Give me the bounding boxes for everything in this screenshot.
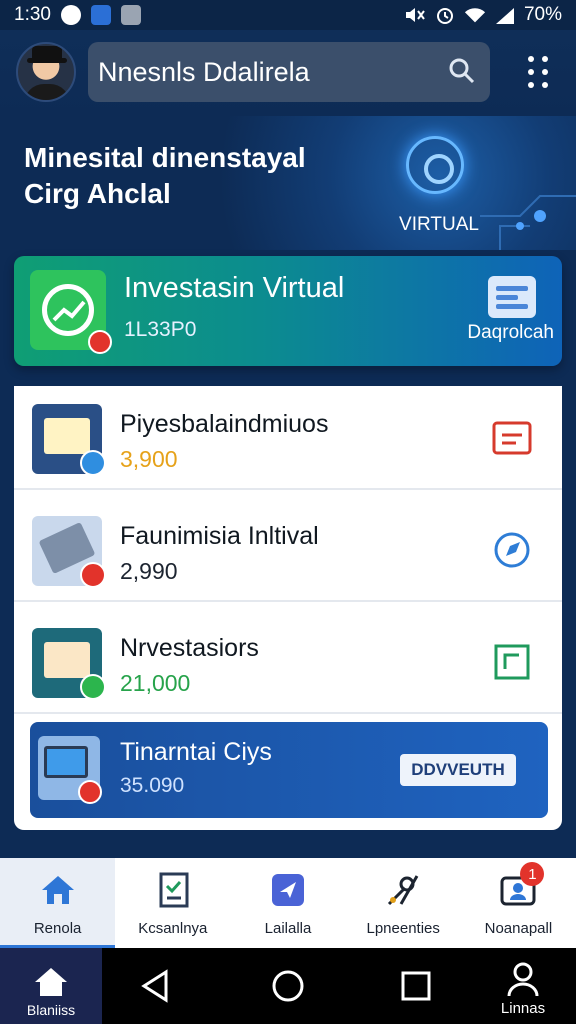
avatar-hat-brim — [27, 58, 67, 63]
card-icon[interactable] — [492, 418, 532, 458]
nav-item-documents[interactable]: Kcsanlnya — [115, 858, 230, 948]
home-icon — [35, 968, 67, 996]
home-circle-icon[interactable] — [270, 968, 306, 1004]
system-navigation-bar: Blaniiss Linnas — [0, 948, 576, 1024]
avatar-suit — [24, 84, 70, 100]
notification-icon — [60, 5, 81, 25]
featured-list-item[interactable]: Tinarntai Ciys 35.090 DDVVEUTH — [30, 722, 548, 818]
list-item-title: Nrvestasiors — [120, 634, 259, 662]
system-home-label: Blaniiss — [26, 1002, 76, 1018]
nav-item-home[interactable]: Renola — [0, 858, 116, 948]
nav-label: Lailalla — [264, 920, 312, 937]
hero-banner: Minesital dinenstayal Cirg Ahclal VIRTUA… — [0, 116, 576, 250]
battery-level: 70% — [523, 4, 562, 25]
tools-icon — [388, 875, 419, 906]
alert-badge-icon — [80, 562, 106, 588]
featured-item-value: 35.090 — [120, 774, 185, 797]
virtual-target-icon — [406, 136, 464, 194]
status-time: 1:30 — [14, 4, 51, 25]
hero-title: Minesital dinenstayal Cirg Ahclal — [24, 140, 344, 212]
avatar[interactable] — [16, 42, 76, 102]
dashboard-icon[interactable] — [488, 276, 536, 318]
featured-item-button[interactable]: DDVVEUTH — [400, 754, 516, 786]
grid-menu-icon[interactable] — [522, 56, 554, 88]
list-item-value: 3,900 — [120, 446, 178, 472]
virtual-investment-card[interactable]: Investasin Virtual 1L33P0 Daqrolcah — [14, 256, 562, 366]
notification-badge: 1 — [520, 862, 545, 886]
wifi-icon — [464, 5, 486, 25]
alert-dot-icon — [88, 330, 112, 354]
search-icon[interactable] — [448, 57, 476, 85]
nav-label: Kcsanlnya — [138, 920, 208, 937]
nav-label: Noanapall — [484, 920, 553, 937]
mute-icon — [404, 5, 426, 25]
invest-card-amount: 1L33P0 — [124, 318, 197, 341]
bottom-navigation: Renola Kcsanlnya Lailalla Lpneenties 1 N… — [0, 858, 576, 948]
featured-item-title: Tinarntai Ciys — [120, 738, 272, 766]
nav-item-tools[interactable]: Lpneenties — [346, 858, 461, 948]
recents-icon[interactable] — [398, 968, 434, 1004]
list-item[interactable]: Piyesbalaindmiuos 3,900 — [14, 386, 562, 490]
hero-title-line2: Cirg Ahclal — [24, 178, 171, 209]
list-item-title: Piyesbalaindmiuos — [120, 410, 329, 438]
document-icon — [159, 872, 189, 908]
settings-notification-icon — [120, 5, 141, 25]
nav-item-profile[interactable]: 1 Noanapall — [461, 858, 576, 948]
nav-label: Lpneenties — [366, 920, 440, 937]
alarm-icon — [434, 5, 456, 25]
alert-dot-icon — [78, 780, 102, 804]
invest-card-link[interactable]: Daqrolcah — [434, 322, 554, 344]
check-badge-icon — [80, 674, 106, 700]
system-home-tab[interactable]: Blaniiss — [0, 948, 102, 1024]
list-item[interactable]: Nrvestasiors 21,000 — [14, 610, 562, 714]
system-user-button[interactable]: Linnas — [488, 962, 558, 1022]
compass-icon[interactable] — [492, 530, 532, 570]
list-item-value: 21,000 — [120, 670, 191, 696]
status-bar: 1:30 70% — [0, 0, 576, 30]
signal-icon — [494, 5, 516, 25]
check-badge-icon — [80, 450, 106, 476]
home-icon — [41, 876, 74, 904]
circuit-decoration-icon — [480, 195, 576, 250]
user-icon — [507, 962, 539, 997]
app-notification-icon — [90, 5, 111, 25]
list-item-value: 2,990 — [120, 558, 178, 584]
system-user-label: Linnas — [500, 1000, 546, 1017]
investment-list: Piyesbalaindmiuos 3,900 Faunimisia Inlti… — [14, 386, 562, 830]
send-icon — [272, 874, 304, 906]
search-input[interactable]: Nnesnls Ddalirela — [88, 42, 490, 102]
list-item-title: Faunimisia Inltival — [120, 522, 319, 550]
list-item[interactable]: Faunimisia Inltival 2,990 — [14, 498, 562, 602]
back-icon[interactable] — [138, 968, 174, 1004]
edit-icon[interactable] — [492, 642, 532, 682]
nav-item-send[interactable]: Lailalla — [230, 858, 345, 948]
profile-card-icon: 1 — [498, 862, 545, 910]
search-text: Nnesnls Ddalirela — [98, 56, 310, 87]
nav-label: Renola — [33, 920, 82, 937]
app-bar: Nnesnls Ddalirela — [0, 30, 576, 116]
chart-icon — [30, 270, 112, 354]
hero-title-line1: Minesital dinenstayal — [24, 142, 306, 173]
invest-card-title: Investasin Virtual — [124, 272, 345, 304]
